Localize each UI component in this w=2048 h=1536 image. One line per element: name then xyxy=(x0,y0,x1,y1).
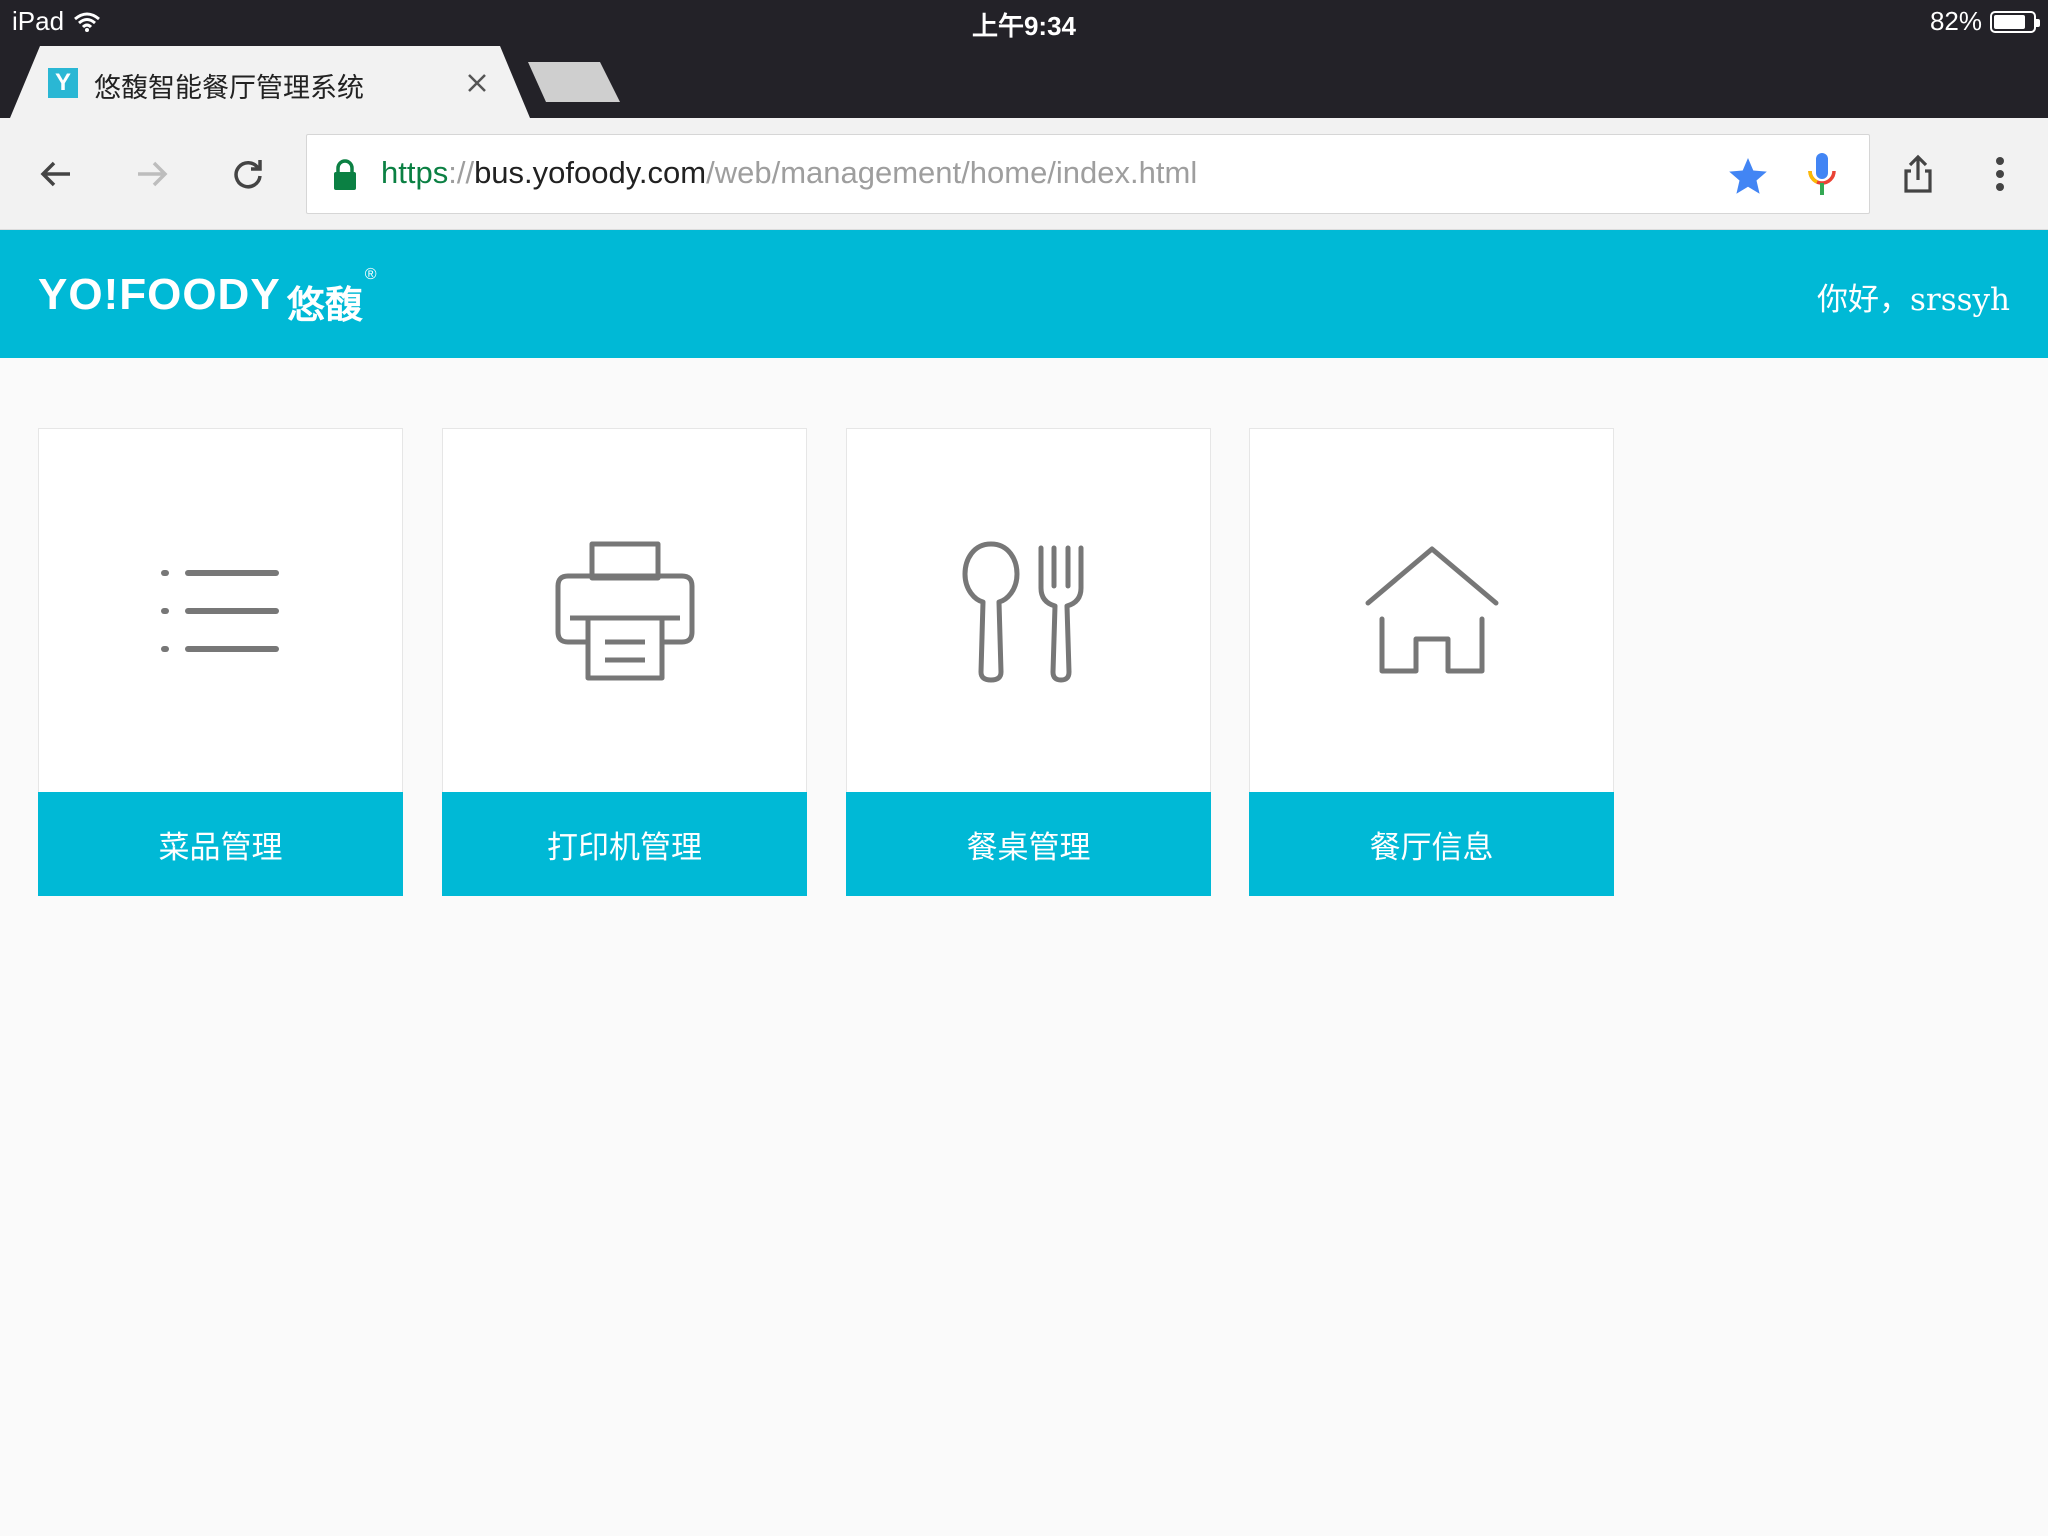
card-label[interactable]: 餐桌管理 xyxy=(846,792,1211,896)
share-button[interactable] xyxy=(1892,148,1944,200)
menu-button[interactable] xyxy=(1974,148,2026,200)
url-path: /web/management/home/index.html xyxy=(706,155,1198,190)
favicon-icon: Y xyxy=(48,68,78,98)
printer-icon xyxy=(555,541,694,681)
lock-icon xyxy=(334,159,356,190)
card-restaurant-info[interactable]: 餐厅信息 xyxy=(1249,428,1614,896)
card-icon-area xyxy=(443,429,806,793)
ios-status-bar: iPad 上午9:34 82% xyxy=(0,0,2048,42)
logo-english: YO!FOODY xyxy=(38,270,281,319)
bookmark-star-icon[interactable] xyxy=(1727,155,1769,197)
logo-registered-mark: ® xyxy=(364,266,377,283)
arrow-right-icon xyxy=(138,161,168,187)
address-bar[interactable]: https://bus.yofoody.com/web/management/h… xyxy=(306,134,1870,214)
utensils-icon xyxy=(962,541,1083,683)
list-icon xyxy=(160,570,279,652)
site-header: YO!FOODY 悠馥 ® 你好，srssyh xyxy=(0,230,2048,358)
arrow-left-icon xyxy=(40,161,70,187)
status-right: 82% xyxy=(1929,6,2040,37)
status-time: 上午9:34 xyxy=(971,11,1077,41)
battery-fill xyxy=(1994,14,2026,29)
forward-button[interactable] xyxy=(126,148,178,200)
share-icon xyxy=(1904,154,1932,193)
more-vertical-icon xyxy=(1996,157,2004,191)
url-scheme: https xyxy=(381,155,449,190)
new-tab-button[interactable] xyxy=(528,62,620,102)
tab-title: 悠馥智能餐厅管理系统 xyxy=(94,73,364,104)
url-separator: :// xyxy=(448,155,475,190)
card-icon-area xyxy=(39,429,402,793)
site-logo[interactable]: YO!FOODY 悠馥 ® xyxy=(38,266,377,329)
card-label[interactable]: 餐厅信息 xyxy=(1249,792,1614,896)
url-text[interactable]: https://bus.yofoody.com/web/management/h… xyxy=(381,155,1197,191)
card-table-management[interactable]: 餐桌管理 xyxy=(846,428,1211,896)
battery-icon xyxy=(1990,10,2040,33)
microphone-icon[interactable] xyxy=(1805,151,1839,199)
home-icon xyxy=(1365,546,1498,674)
card-label[interactable]: 菜品管理 xyxy=(38,792,403,896)
url-host: bus.yofoody.com xyxy=(474,155,707,190)
browser-tab-active[interactable]: Y 悠馥智能餐厅管理系统 xyxy=(10,46,530,118)
card-icon-area xyxy=(1250,429,1613,793)
back-button[interactable] xyxy=(30,148,82,200)
browser-toolbar: https://bus.yofoody.com/web/management/h… xyxy=(0,118,2048,230)
card-icon-area xyxy=(847,429,1210,793)
user-greeting[interactable]: 你好，srssyh xyxy=(1817,274,2010,319)
card-printer-management[interactable]: 打印机管理 xyxy=(442,428,807,896)
reload-icon xyxy=(234,160,262,189)
reload-button[interactable] xyxy=(222,148,274,200)
battery-percent: 82% xyxy=(1929,6,1982,36)
browser-tab-strip: Y 悠馥智能餐厅管理系统 xyxy=(0,42,2048,118)
card-label[interactable]: 打印机管理 xyxy=(442,792,807,896)
card-menu-management[interactable]: 菜品管理 xyxy=(38,428,403,896)
logo-chinese: 悠馥 xyxy=(286,283,363,327)
close-icon[interactable] xyxy=(462,68,492,98)
